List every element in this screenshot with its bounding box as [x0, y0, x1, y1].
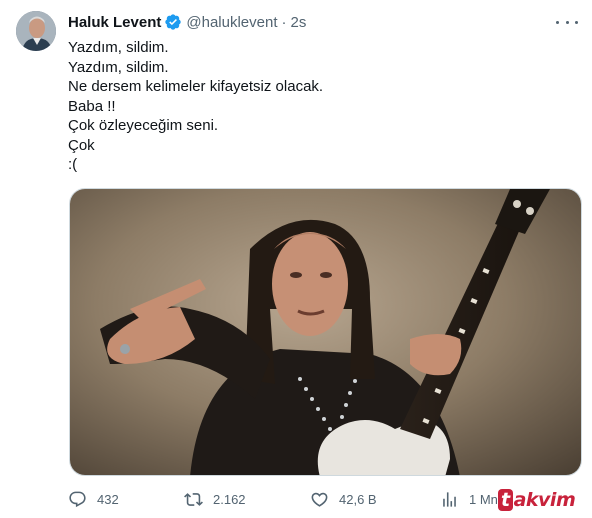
tweet-line: Çok özleyeceğim seni. — [68, 117, 219, 134]
tweet-text: Yazdım, sildim. Yazdım, sildim. Ne derse… — [68, 38, 323, 175]
tweet-line: Ne dersem kelimeler kifayetsiz olacak. — [68, 78, 324, 95]
tweet-line: Yazdım, sildim. — [68, 58, 169, 76]
avatar-photo — [16, 11, 56, 51]
chart-icon — [443, 491, 456, 507]
media-photo — [70, 189, 581, 475]
more-icon[interactable] — [556, 13, 578, 31]
like-count: 42,6 B — [339, 491, 377, 507]
tweet-line: Baba !! — [68, 97, 116, 115]
tweet[interactable]: Haluk Levent @haluklevent · 2s Yazdım, s… — [0, 0, 592, 518]
heart-icon — [311, 492, 328, 507]
views-button[interactable]: 1 Mn — [440, 487, 498, 511]
retweet-button[interactable]: 2.162 — [184, 487, 246, 511]
tweet-line: Yazdım, sildim. — [68, 39, 169, 56]
tweet-header: Haluk Levent @haluklevent · 2s — [68, 12, 306, 32]
comment-icon — [69, 491, 86, 507]
reply-button[interactable]: 432 — [68, 487, 119, 511]
tweet-time[interactable]: 2s — [291, 14, 307, 31]
watermark-letter: t — [498, 489, 513, 511]
reply-count: 432 — [97, 491, 119, 507]
tweet-media[interactable] — [69, 188, 582, 476]
watermark-text: akvim — [513, 489, 576, 511]
verified-badge-icon — [164, 13, 182, 31]
author-name[interactable]: Haluk Levent — [68, 14, 161, 31]
tweet-line: :( — [68, 156, 78, 173]
author-handle[interactable]: @haluklevent — [186, 14, 277, 31]
views-count: 1 Mn — [469, 491, 498, 507]
avatar[interactable] — [16, 11, 56, 51]
retweet-count: 2.162 — [213, 491, 246, 507]
separator-dot: · — [281, 13, 287, 31]
like-button[interactable]: 42,6 B — [310, 487, 377, 511]
retweet-icon — [184, 492, 203, 506]
watermark-logo: t akvim — [498, 487, 576, 513]
tweet-line: Çok — [68, 136, 95, 154]
